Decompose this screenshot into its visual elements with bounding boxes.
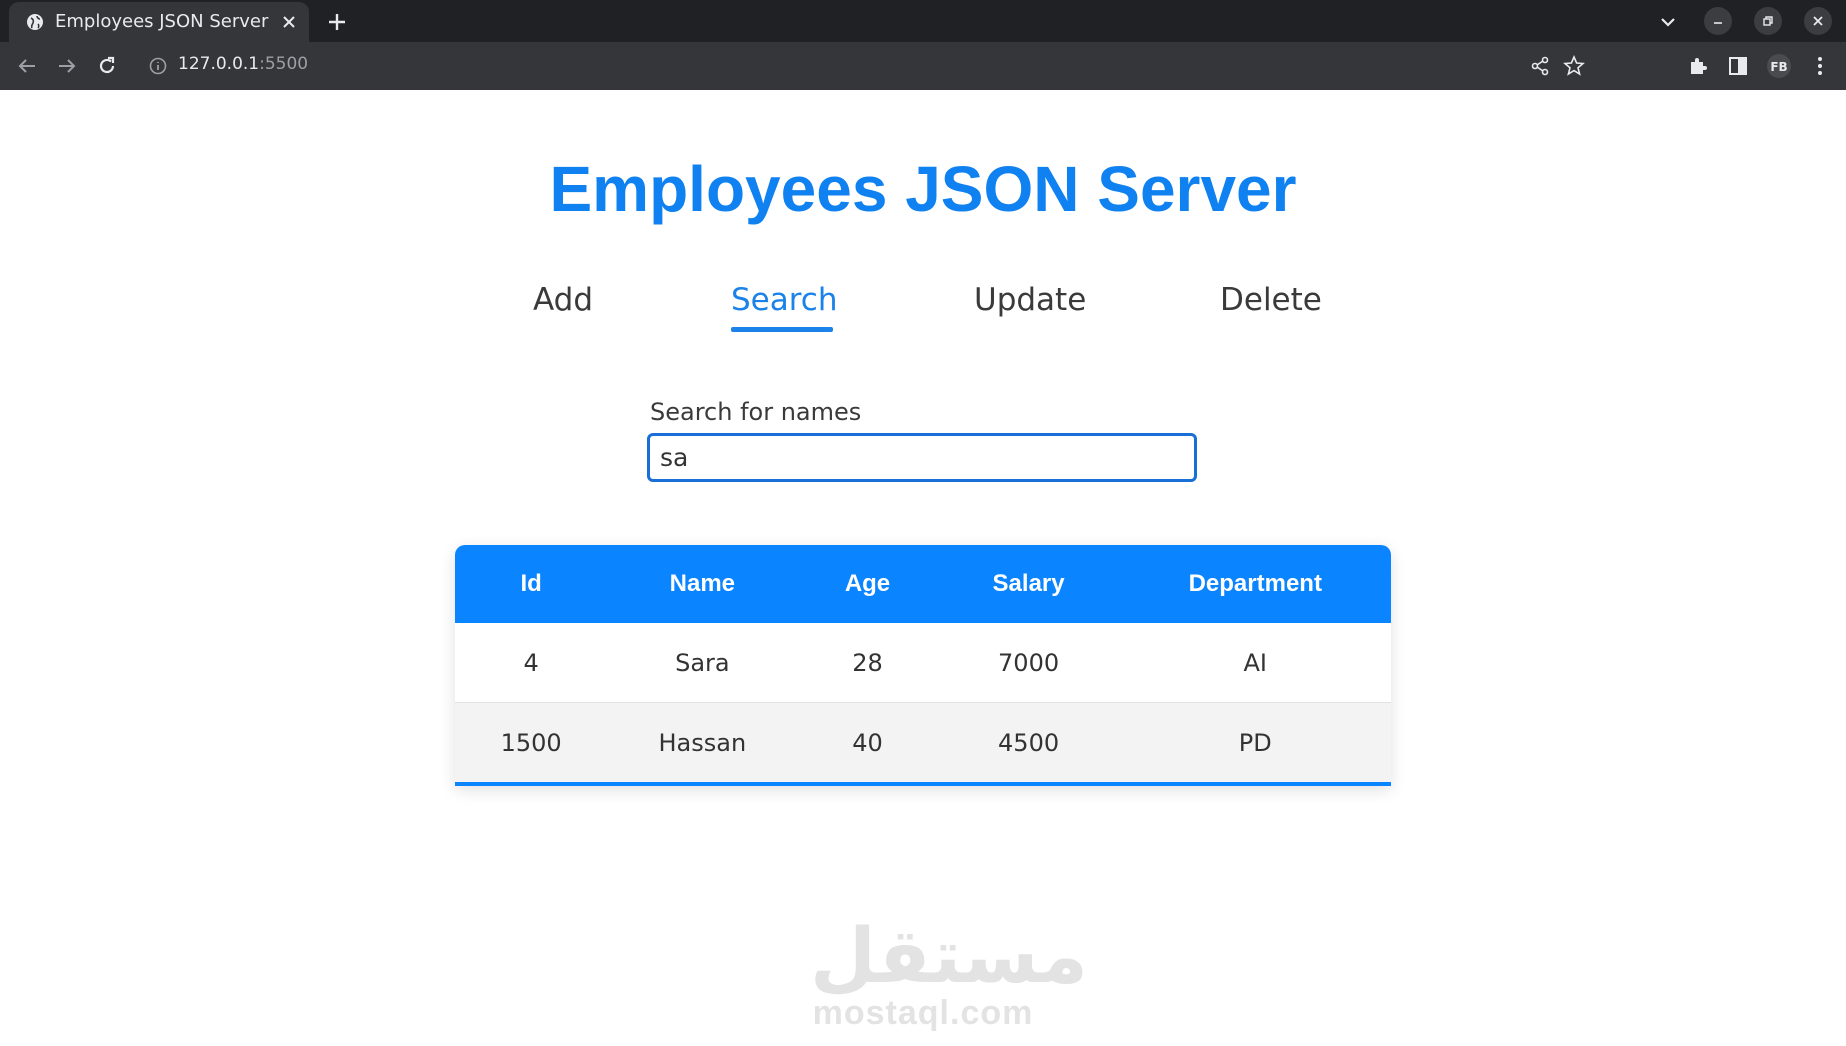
table-row: 4 Sara 28 7000 AI [455,623,1391,703]
plus-icon[interactable] [324,9,350,35]
cell-id: 4 [455,623,608,703]
cell-age: 28 [797,623,938,703]
column-header-age: Age [844,570,891,597]
url-host: 127.0.0.1 [178,54,260,74]
star-icon[interactable] [1562,54,1586,78]
svg-text:FB: FB [1770,60,1787,74]
table-row: 1500 Hassan 40 4500 PD [455,702,1391,786]
info-icon[interactable] [148,56,168,76]
close-window-icon[interactable] [1804,7,1832,35]
nav-search[interactable]: Search [731,282,838,318]
side-panel-icon[interactable] [1726,54,1750,78]
puzzle-icon[interactable] [1686,54,1710,78]
cell-id: 1500 [455,702,608,786]
browser-tabstrip: Employees JSON Server [0,0,1846,42]
close-icon[interactable] [279,12,299,32]
back-icon[interactable] [15,54,39,78]
browser-tab[interactable]: Employees JSON Server [9,2,309,42]
column-header-department: Department [1188,570,1322,597]
table-header-row: Id Name Age Salary Department [455,545,1391,623]
url-text: 127.0.0.1:5500 [178,54,308,74]
browser-toolbar: 127.0.0.1:5500 FB [0,42,1846,90]
minimize-icon[interactable] [1704,7,1732,35]
column-header-id: Id [520,570,542,597]
address-bar[interactable]: 127.0.0.1:5500 [136,46,1596,86]
cell-age: 40 [797,702,938,786]
column-header-salary: Salary [992,570,1065,597]
nav-add[interactable]: Add [533,282,593,318]
url-port: :5500 [259,54,309,74]
nav-update[interactable]: Update [974,282,1086,318]
chevron-down-icon[interactable] [1656,11,1680,33]
cell-name: Hassan [607,702,798,786]
kebab-menu-icon[interactable] [1808,54,1832,78]
watermark-latin: mostaql.com [812,994,1034,1032]
cell-salary: 7000 [937,623,1120,703]
watermark: مستقل mostaql.com [810,911,1088,1033]
cell-salary: 4500 [937,702,1120,786]
cell-name: Sara [607,623,798,703]
nav-delete[interactable]: Delete [1220,282,1322,318]
cell-department: PD [1119,702,1391,786]
watermark-arabic: مستقل [810,911,1088,1000]
page-title: Employees JSON Server [549,153,1297,225]
share-icon[interactable] [1528,54,1552,78]
globe-icon [25,12,45,32]
reload-icon[interactable] [95,54,119,78]
employees-table: Id Name Age Salary Department 4 Sara 28 … [455,545,1391,786]
search-input[interactable] [647,433,1197,482]
restore-icon[interactable] [1754,7,1782,35]
profile-icon[interactable]: FB [1766,53,1792,79]
tab-title: Employees JSON Server [55,11,269,32]
column-header-name: Name [669,570,736,597]
search-label: Search for names [650,398,862,426]
active-tab-underline [731,327,833,332]
cell-department: AI [1119,623,1391,703]
forward-icon[interactable] [55,54,79,78]
